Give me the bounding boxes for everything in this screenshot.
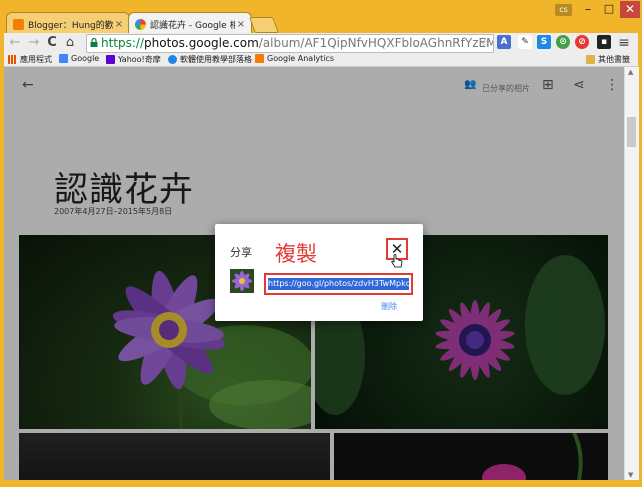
bookmark-apps[interactable]: 應用程式 — [8, 54, 52, 65]
back-button[interactable]: ← — [7, 35, 23, 51]
tab-close-icon[interactable]: × — [113, 19, 125, 30]
sync-extension-icon[interactable]: S — [537, 35, 551, 49]
delete-link-button[interactable]: 刪除 — [381, 301, 397, 312]
red-extension-icon[interactable]: ⊘ — [575, 35, 589, 49]
bookmark-yahoo[interactable]: Yahoo!奇摩 — [106, 54, 161, 65]
google-icon — [59, 54, 68, 63]
dialog-title: 分享 — [230, 246, 252, 259]
home-button[interactable]: ⌂ — [62, 35, 78, 51]
profile-badge[interactable]: cs — [555, 4, 572, 16]
blog-icon — [168, 55, 177, 64]
yahoo-icon — [106, 55, 115, 64]
tab-title: 認識花卉 - Google 相簿 — [150, 20, 235, 31]
bookmarks-bar: 應用程式 Google Yahoo!奇摩 軟體使用教學部落格 Google An… — [4, 53, 638, 67]
apps-grid-icon — [8, 55, 17, 64]
reload-button[interactable]: C — [44, 35, 60, 51]
album-thumbnail — [230, 269, 254, 293]
page-scrollbar[interactable]: ▲ ▼ — [624, 67, 639, 480]
address-bar[interactable]: https://photos.google.com/album/AF1QipNf… — [86, 34, 494, 53]
bookmark-google[interactable]: Google — [59, 54, 99, 63]
minimize-button[interactable]: – — [577, 1, 599, 18]
copy-annotation: 複製 — [275, 242, 317, 266]
chrome-menu-button[interactable]: ≡ — [616, 35, 632, 51]
maximize-button[interactable]: □ — [598, 1, 620, 18]
share-link-field[interactable]: https://goo.gl/photos/zdvH3TwMpkcA — [264, 273, 413, 295]
pen-extension-icon[interactable]: ✎ — [518, 35, 532, 49]
bookmark-analytics[interactable]: Google Analytics — [255, 54, 334, 63]
tab-title: Blogger：Hung的歡樂... — [28, 20, 113, 31]
selected-share-link[interactable]: https://goo.gl/photos/zdvH3TwMpkcA — [268, 278, 409, 290]
green-extension-icon[interactable]: ⊙ — [556, 35, 570, 49]
forward-button[interactable]: → — [26, 35, 42, 51]
hand-cursor-icon — [391, 254, 403, 268]
dark-extension-icon[interactable]: ▪ — [597, 35, 611, 49]
analytics-icon — [255, 54, 264, 63]
lock-icon — [90, 38, 98, 47]
url-text: https://photos.google.com/album/AF1QipNf… — [101, 36, 493, 50]
scrollbar-thumb[interactable] — [627, 117, 636, 147]
google-photos-icon — [135, 18, 146, 30]
scroll-up-icon[interactable]: ▲ — [628, 68, 633, 76]
folder-icon — [586, 55, 595, 64]
translate-extension-icon[interactable]: A — [497, 35, 511, 49]
share-dialog: 分享 複製 ✕ https://goo.gl/photos/zdvH3TwMpk… — [215, 224, 423, 321]
bookmark-star-icon[interactable]: ☆ — [479, 35, 491, 52]
close-window-button[interactable]: ✕ — [620, 1, 640, 18]
tab-blogger[interactable]: Blogger：Hung的歡樂... × — [6, 12, 130, 35]
other-bookmarks[interactable]: 其他書籤 — [586, 54, 630, 65]
blogger-icon — [13, 18, 24, 30]
bookmark-blog[interactable]: 軟體使用教學部落格 — [168, 54, 252, 65]
browser-toolbar: ← → C ⌂ https://photos.google.com/album/… — [4, 33, 638, 53]
tab-close-icon[interactable]: × — [235, 19, 247, 30]
tab-google-photos[interactable]: 認識花卉 - Google 相簿 × — [128, 12, 252, 35]
window-bottom-frame — [0, 480, 642, 487]
thumbnail-flower-image — [230, 269, 254, 293]
scroll-down-icon[interactable]: ▼ — [628, 471, 633, 479]
